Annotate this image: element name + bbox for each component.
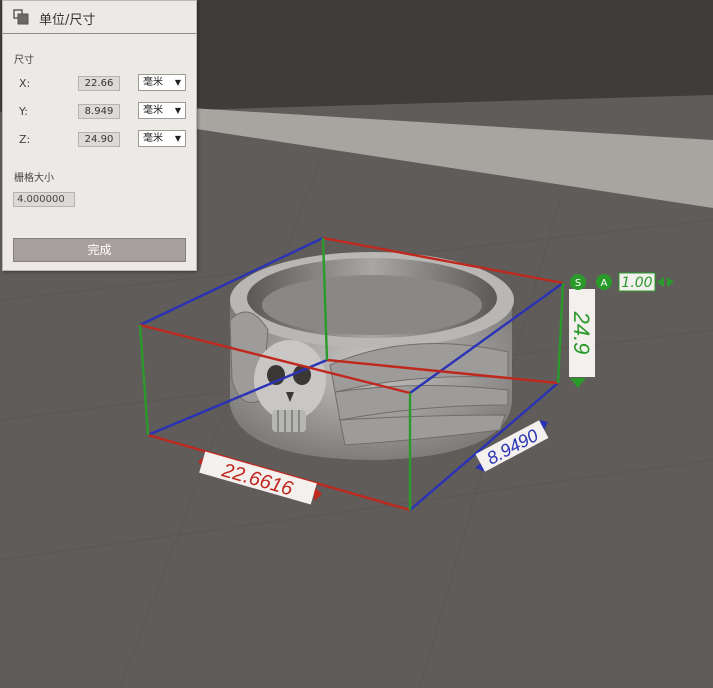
units-panel-icon: [13, 9, 29, 25]
z-measure-handle[interactable]: 24.9: [569, 277, 595, 388]
z-axis-label: Z:: [19, 133, 31, 146]
chevron-down-icon: ▼: [174, 106, 181, 115]
grid-size-field[interactable]: 4.000000: [13, 192, 75, 207]
panel-header: 单位/尺寸: [3, 1, 196, 34]
skull-ring-model[interactable]: [229, 252, 514, 460]
chevron-down-icon: ▼: [174, 134, 181, 143]
grid-size-label: 栅格大小: [14, 173, 54, 184]
y-size-field[interactable]: 8.949: [78, 104, 120, 119]
z-size-field[interactable]: 24.90: [78, 132, 120, 147]
size-section-label: 尺寸: [14, 55, 34, 66]
z-measure-label: 24.9: [569, 311, 594, 355]
units-dimensions-panel: 单位/尺寸 尺寸 X: 22.66 毫米 ▼ Y: 8.949 毫米 ▼ Z: …: [2, 0, 197, 271]
y-unit-select[interactable]: 毫米 ▼: [138, 102, 186, 119]
z-unit-value: 毫米: [143, 133, 163, 144]
z-unit-select[interactable]: 毫米 ▼: [138, 130, 186, 147]
scale-s-badge-label: S: [575, 278, 581, 289]
x-axis-label: X:: [19, 77, 31, 90]
y-axis-label: Y:: [19, 105, 28, 118]
x-unit-value: 毫米: [143, 77, 163, 88]
chevron-down-icon: ▼: [174, 78, 181, 87]
done-button[interactable]: 完成: [13, 238, 186, 262]
scale-a-badge-label: A: [601, 278, 608, 289]
y-unit-value: 毫米: [143, 105, 163, 116]
scale-value-label: 1.00: [621, 275, 652, 291]
x-size-field[interactable]: 22.66: [78, 76, 120, 91]
x-unit-select[interactable]: 毫米 ▼: [138, 74, 186, 91]
panel-title: 单位/尺寸: [39, 13, 96, 28]
